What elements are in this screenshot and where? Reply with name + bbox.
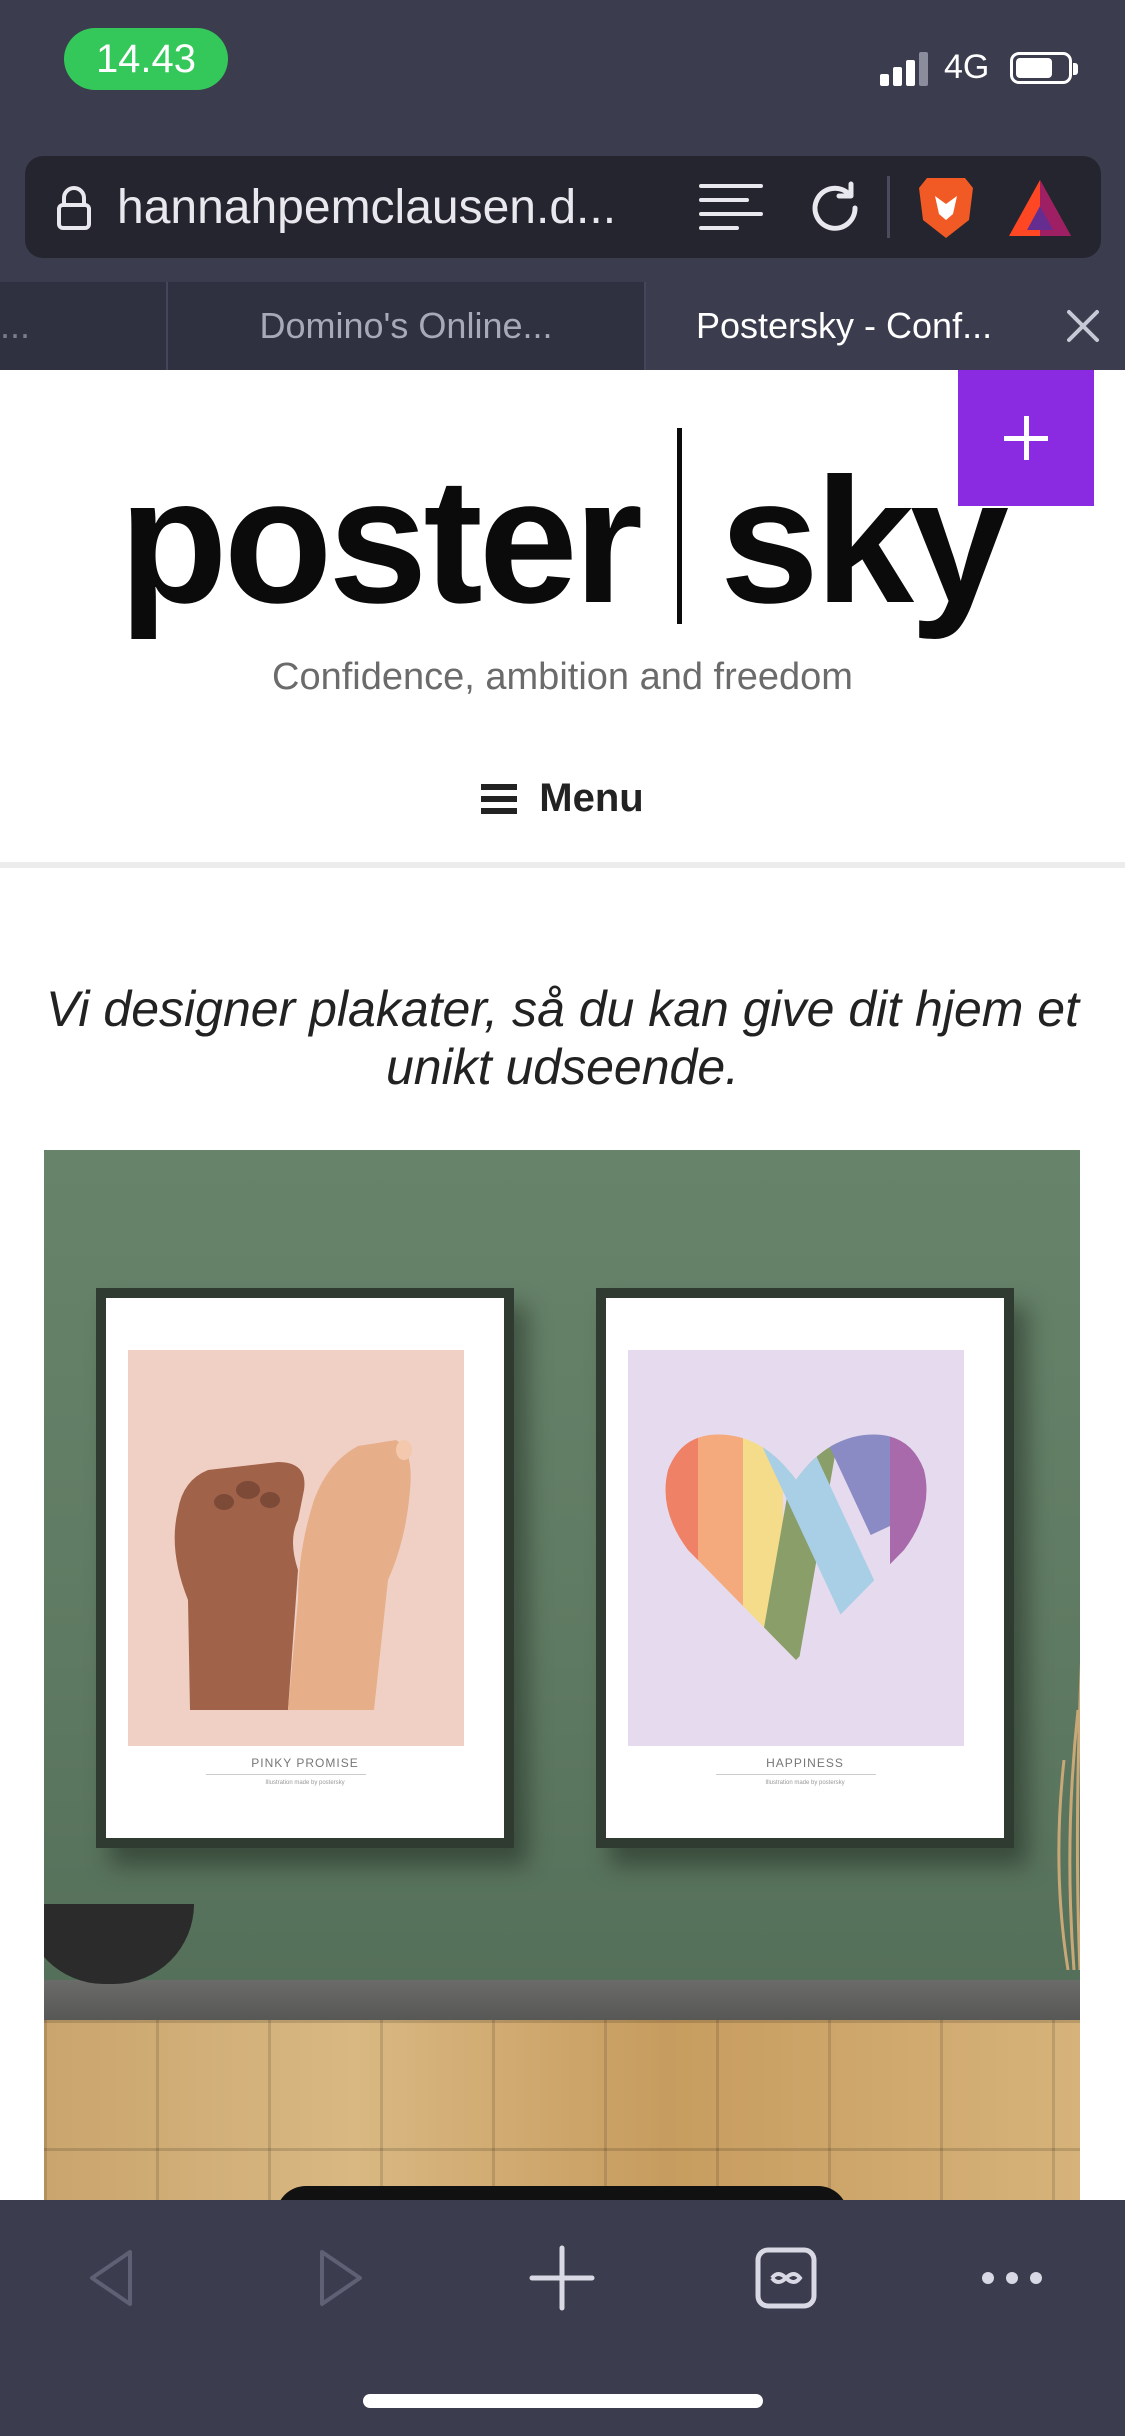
back-icon[interactable] <box>72 2238 152 2318</box>
forward-icon[interactable] <box>300 2238 380 2318</box>
dried-grass-decor <box>1057 1661 1080 1970</box>
reader-mode-icon[interactable] <box>697 180 765 236</box>
menu-label: Menu <box>539 776 644 820</box>
poster-rule <box>206 1774 366 1775</box>
new-tab-icon[interactable] <box>522 2238 602 2318</box>
logo-divider <box>677 428 682 624</box>
poster-subtitle: Illustration made by postersky <box>765 1780 845 1786</box>
more-icon[interactable] <box>972 2238 1052 2318</box>
wooden-sideboard <box>44 2020 1080 2200</box>
happiness-artwork <box>628 1350 964 1746</box>
bat-rewards-icon[interactable] <box>1007 178 1073 238</box>
toolbar-divider <box>887 176 890 238</box>
status-bar: 14.43 4G <box>0 0 1125 140</box>
status-time: 14.43 <box>64 28 228 90</box>
brave-shield-icon[interactable] <box>915 174 977 240</box>
poster-rule <box>716 1774 876 1775</box>
hero-image: PINKY PROMISE Illustration made by poste… <box>44 1150 1080 2200</box>
logo-text-sky: sky <box>720 441 1009 640</box>
logo-text-poster: poster <box>119 441 643 640</box>
address-bar[interactable]: hannahpemclausen.d... <box>25 156 1101 258</box>
tab-postersky-active[interactable]: Postersky - Conf... <box>646 282 1125 370</box>
shelf-top <box>44 1980 1080 2020</box>
signal-icon <box>880 52 932 86</box>
tab-dominos[interactable]: Domino's Online... <box>166 282 646 370</box>
page-headline: Vi designer plakater, så du kan give dit… <box>45 981 1080 1095</box>
hamburger-icon <box>481 783 518 814</box>
tab-label: Domino's Online... <box>259 305 553 346</box>
url-text[interactable]: hannahpemclausen.d... <box>117 180 677 235</box>
site-tagline: Confidence, ambition and freedom <box>272 656 853 698</box>
poster-frame-pinky-promise: PINKY PROMISE Illustration made by poste… <box>96 1288 514 1848</box>
tabs-icon[interactable] <box>746 2238 826 2318</box>
network-label: 4G <box>944 48 990 86</box>
home-indicator[interactable] <box>363 2394 763 2408</box>
close-tab-icon[interactable] <box>1065 308 1101 344</box>
poster-title: PINKY PROMISE <box>251 1756 359 1770</box>
poster-title: HAPPINESS <box>766 1756 844 1770</box>
lock-icon <box>57 186 91 230</box>
pinky-promise-artwork <box>128 1350 464 1746</box>
battery-icon <box>1010 52 1078 84</box>
menu-divider <box>0 862 1125 868</box>
site-logo[interactable]: poster sky <box>0 428 1125 640</box>
poster-frame-happiness: HAPPINESS Illustration made by postersky <box>596 1288 1014 1848</box>
tab-previous[interactable]: e... <box>0 282 166 370</box>
tab-strip: e... Domino's Online... Postersky - Conf… <box>0 282 1125 370</box>
tab-label: Postersky - Conf... <box>696 305 993 346</box>
menu-toggle[interactable]: Menu <box>0 776 1125 836</box>
reload-icon[interactable] <box>805 178 865 238</box>
tab-label: e... <box>0 305 31 346</box>
poster-subtitle: Illustration made by postersky <box>265 1780 345 1786</box>
web-page: poster sky Confidence, ambition and free… <box>0 370 1125 2200</box>
